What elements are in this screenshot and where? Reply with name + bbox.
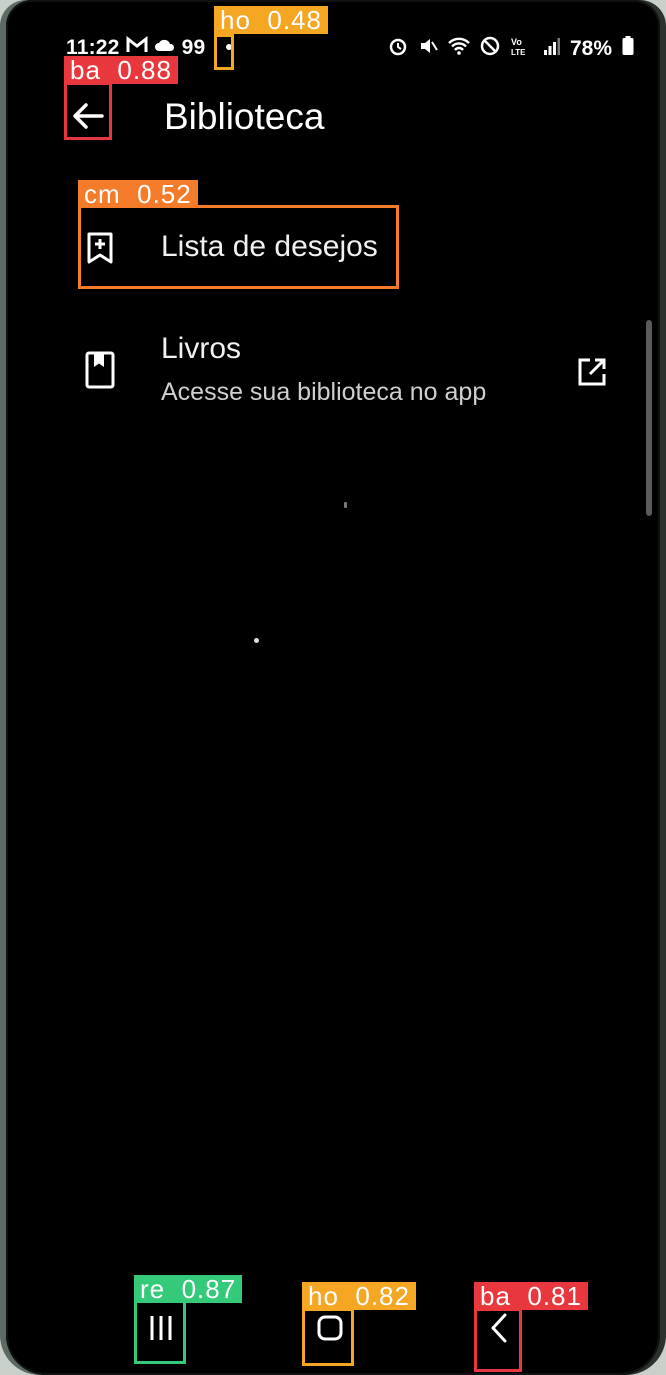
battery-level: 78% [569,37,612,60]
screen-speck [344,502,347,508]
screen-speck [254,638,259,643]
detection-label: ba 0.81 [474,1282,588,1310]
detection-box [134,1300,186,1364]
notification-count: 99 [181,36,206,59]
signal-icon [543,37,560,61]
detection-label: ho 0.82 [302,1282,416,1310]
menu-item-label: Livros [161,332,242,365]
detection-box [64,82,112,140]
detection-box [214,34,234,70]
svg-text:LTE: LTE [511,48,526,56]
detection-label: ho 0.48 [214,6,328,34]
detection-box [302,1308,354,1366]
alarm-icon [388,36,408,62]
mute-icon [418,36,438,62]
page-title: Biblioteca [164,96,325,137]
scrollbar[interactable] [646,320,652,516]
status-right: Vo LTE 78% [388,36,634,62]
battery-icon [622,36,634,62]
svg-text:Vo: Vo [511,37,522,47]
book-icon [82,350,118,389]
detection-box [78,205,399,289]
detection-box [474,1308,522,1372]
menu-item-subtitle: Acesse sua biblioteca no app [161,378,487,406]
detection-label: re 0.87 [134,1275,243,1303]
detection-label: ba 0.88 [64,56,178,84]
wifi-icon [448,37,470,61]
menu-item-books[interactable]: Livros Acesse sua biblioteca no app [6,320,660,430]
volte-icon: Vo LTE [510,36,534,62]
detection-label: cm 0.52 [78,180,198,208]
dnd-icon [480,36,500,62]
open-in-new-icon[interactable] [576,356,608,388]
status-bar: 11:22 99 Vo LTE 78% [6,0,660,60]
